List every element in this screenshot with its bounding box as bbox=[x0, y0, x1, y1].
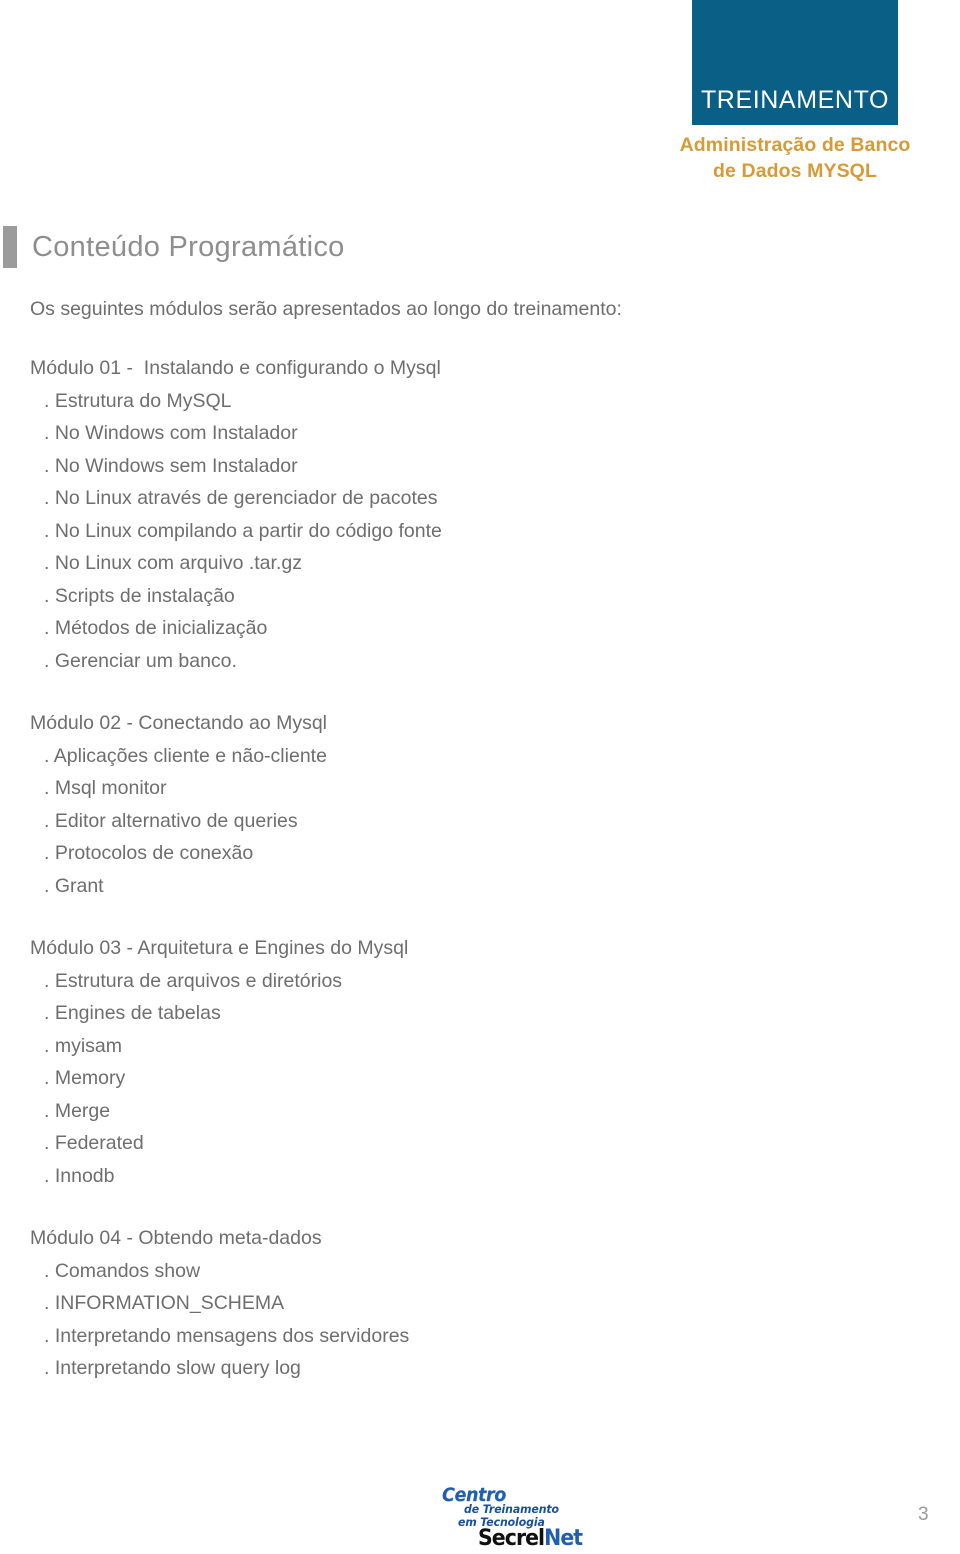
secrelnet-logo: Centro de Treinamento em Tecnologia Secr… bbox=[436, 1484, 626, 1551]
course-title-line-2: de Dados MYSQL bbox=[713, 160, 877, 182]
list-item: . Grant bbox=[44, 874, 104, 897]
logo-brand-secrel: Secrel bbox=[478, 1526, 545, 1551]
page-number: 3 bbox=[918, 1504, 929, 1525]
list-item: . Estrutura de arquivos e diretórios bbox=[44, 969, 343, 992]
list-item: . Métodos de inicialização bbox=[44, 617, 268, 639]
module-block: Módulo 02 - Conectando ao Mysql . Aplica… bbox=[30, 707, 730, 902]
list-item: . INFORMATION_SCHEMA bbox=[44, 1292, 285, 1314]
logo-brand: SecrelNet bbox=[478, 1526, 583, 1551]
treinamento-badge-label: TREINAMENTO bbox=[700, 86, 890, 114]
list-item: . Interpretando mensagens dos servidores bbox=[44, 1324, 410, 1347]
list-item: . Innodb bbox=[44, 1164, 115, 1187]
module-list: Módulo 01 - Instalando e configurando o … bbox=[30, 352, 730, 1385]
list-item: . Msql monitor bbox=[44, 777, 167, 799]
section-heading-block: Conteúdo Programático bbox=[3, 226, 345, 268]
list-item: . No Linux com arquivo .tar.gz bbox=[44, 552, 302, 574]
list-item: . Merge bbox=[44, 1099, 111, 1122]
list-item: . No Windows sem Instalador bbox=[44, 454, 298, 477]
module-block: Módulo 01 - Instalando e configurando o … bbox=[30, 352, 730, 677]
list-item: . Gerenciar um banco. bbox=[44, 649, 237, 672]
list-item: . Federated bbox=[44, 1132, 144, 1154]
list-item: . Editor alternativo de queries bbox=[44, 809, 298, 832]
module-title: Módulo 03 - Arquitetura e Engines do Mys… bbox=[30, 937, 409, 959]
module-title: Módulo 02 - Conectando ao Mysql bbox=[30, 712, 328, 734]
list-item: . Aplicações cliente e não-cliente bbox=[44, 744, 327, 767]
list-item: . No Linux através de gerenciador de pac… bbox=[44, 487, 438, 509]
module-block: Módulo 04 - Obtendo meta-dados . Comando… bbox=[30, 1222, 730, 1385]
list-item: . Comandos show bbox=[44, 1259, 201, 1282]
module-title: Módulo 01 - Instalando e configurando o … bbox=[30, 357, 441, 379]
module-topics: . Comandos show . INFORMATION_SCHEMA . I… bbox=[30, 1255, 730, 1385]
document-header: TREINAMENTO Administração de Banco de Da… bbox=[680, 0, 960, 182]
module-topics: . Aplicações cliente e não-cliente . Msq… bbox=[30, 740, 730, 903]
list-item: . Estrutura do MySQL bbox=[44, 389, 232, 412]
list-item: . myisam bbox=[44, 1034, 122, 1057]
logo-line-treinamento: de Treinamento bbox=[464, 1502, 559, 1516]
course-title: Administração de Banco de Dados MYSQL bbox=[672, 132, 918, 184]
page-title: Conteúdo Programático bbox=[32, 231, 345, 263]
module-topics: . Estrutura de arquivos e diretórios . E… bbox=[30, 965, 730, 1193]
list-item: . Scripts de instalação bbox=[44, 584, 235, 607]
treinamento-badge: TREINAMENTO bbox=[692, 0, 898, 125]
logo-brand-net: Net bbox=[544, 1526, 583, 1551]
list-item: . Memory bbox=[44, 1067, 126, 1089]
module-block: Módulo 03 - Arquitetura e Engines do Mys… bbox=[30, 932, 730, 1192]
heading-accent-bar bbox=[3, 226, 17, 268]
list-item: . Engines de tabelas bbox=[44, 1002, 221, 1024]
course-title-line-1: Administração de Banco bbox=[679, 134, 911, 156]
list-item: . No Linux compilando a partir do código… bbox=[44, 519, 442, 542]
module-topics: . Estrutura do MySQL . No Windows com In… bbox=[30, 385, 730, 678]
list-item: . Interpretando slow query log bbox=[44, 1357, 301, 1379]
list-item: . No Windows com Instalador bbox=[44, 422, 298, 444]
list-item: . Protocolos de conexão bbox=[44, 842, 254, 864]
intro-paragraph: Os seguintes módulos serão apresentados … bbox=[30, 298, 622, 320]
module-title: Módulo 04 - Obtendo meta-dados bbox=[30, 1227, 322, 1249]
